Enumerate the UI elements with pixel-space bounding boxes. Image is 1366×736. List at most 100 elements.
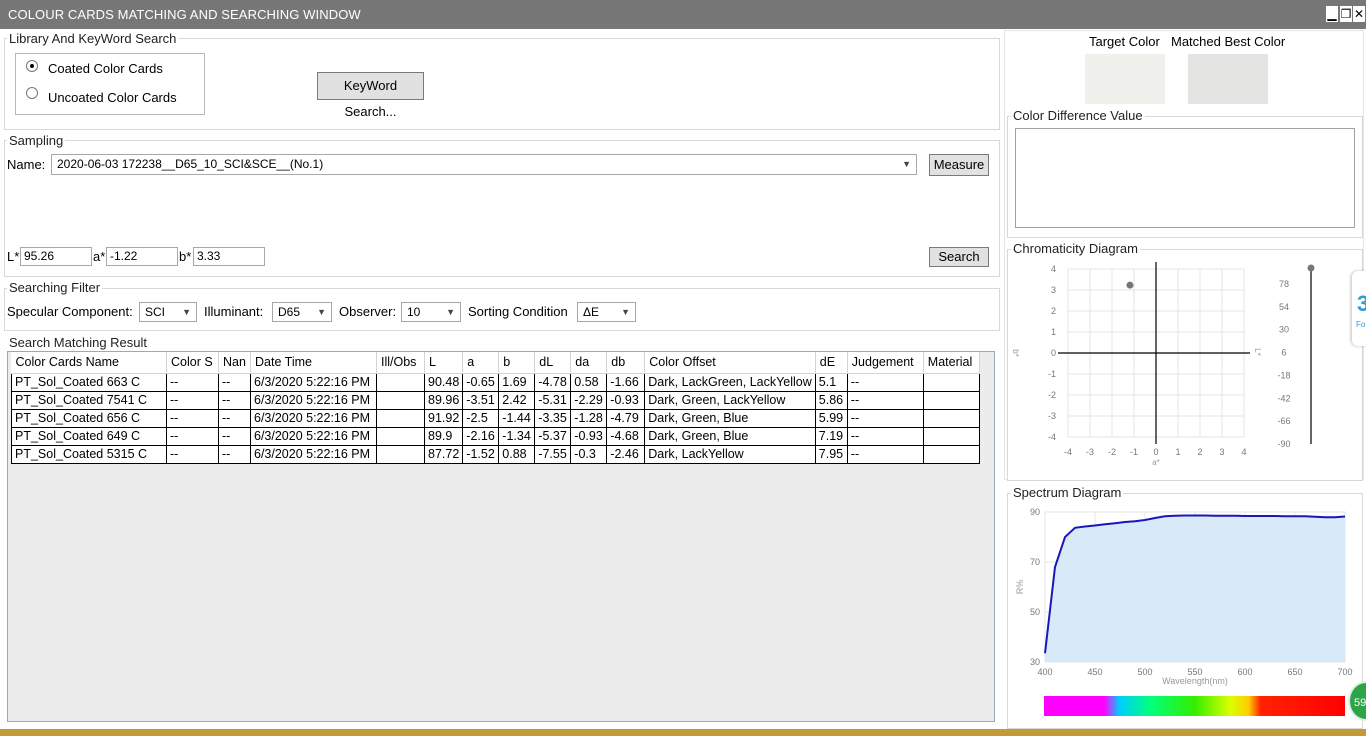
- title-bar: COLOUR CARDS MATCHING AND SEARCHING WIND…: [0, 0, 1366, 29]
- column-header[interactable]: Color S: [166, 352, 219, 374]
- b-tick-label: 3: [1051, 285, 1056, 295]
- table-cell: 6/3/2020 5:22:16 PM: [250, 409, 377, 428]
- table-cell: 87.72: [424, 445, 464, 464]
- close-button[interactable]: ✕: [1353, 6, 1365, 22]
- table-cell: --: [218, 409, 251, 428]
- a-tick-label: -2: [1108, 447, 1116, 457]
- table-row[interactable]: PT_Sol_Coated 5315 C -- -- 6/3/2020 5:22:16…: [11, 445, 980, 464]
- table-cell: 7.19: [815, 427, 848, 446]
- a-tick-label: 2: [1197, 447, 1202, 457]
- column-header[interactable]: Color Offset: [644, 352, 816, 374]
- column-header[interactable]: Material: [923, 352, 980, 374]
- table-cell: -0.93: [606, 391, 646, 410]
- table-cell: --: [218, 373, 251, 392]
- table-cell: 0.88: [498, 445, 536, 464]
- table-row[interactable]: PT_Sol_Coated 663 C -- -- 6/3/2020 5:22:16 …: [11, 373, 980, 392]
- column-header[interactable]: Nan: [218, 352, 251, 374]
- column-header[interactable]: db: [606, 352, 646, 374]
- column-header[interactable]: a: [462, 352, 500, 374]
- sample-name-select[interactable]: 2020-06-03 172238__D65_10_SCI&SCE__(No.1…: [51, 154, 917, 175]
- a-tick-label: -4: [1064, 447, 1072, 457]
- uncoated-label[interactable]: Uncoated Color Cards: [48, 90, 177, 105]
- a-star-input[interactable]: -1.22: [106, 247, 178, 266]
- b-tick-label: -2: [1048, 390, 1056, 400]
- table-cell: --: [218, 427, 251, 446]
- table-cell: -2.16: [462, 427, 500, 446]
- a-axis-label: a*: [1152, 458, 1160, 467]
- table-cell: -7.55: [534, 445, 572, 464]
- table-cell: [923, 391, 980, 410]
- table-cell: PT_Sol_Coated 5315 C: [11, 445, 167, 464]
- column-header[interactable]: Judgement: [847, 352, 924, 374]
- b-star-input[interactable]: 3.33: [193, 247, 265, 266]
- column-header[interactable]: Date Time: [250, 352, 377, 374]
- y-tick-label: 30: [1030, 657, 1040, 667]
- table-cell: -1.52: [462, 445, 500, 464]
- table-cell: --: [847, 391, 924, 410]
- table-cell: -2.5: [462, 409, 500, 428]
- wavelength-color-bar: [1044, 696, 1345, 716]
- coated-label[interactable]: Coated Color Cards: [48, 61, 163, 76]
- chevron-down-icon: ▼: [182, 307, 191, 317]
- minimize-button[interactable]: ▁: [1326, 6, 1338, 22]
- l-tick-label: -66: [1277, 416, 1290, 426]
- l-tick-label: -42: [1277, 393, 1290, 403]
- observer-value: 10: [407, 305, 421, 319]
- table-cell: [923, 373, 980, 392]
- card-type-radio-group: Coated Color Cards Uncoated Color Cards: [15, 53, 205, 115]
- table-cell: --: [218, 445, 251, 464]
- b-tick-label: 1: [1051, 327, 1056, 337]
- illuminant-select[interactable]: D65 ▼: [272, 302, 332, 322]
- floating-side-tab[interactable]: 3 Fo: [1352, 271, 1366, 346]
- restore-button[interactable]: ❐: [1340, 6, 1352, 22]
- table-cell: [376, 391, 425, 410]
- observer-select[interactable]: 10 ▼: [401, 302, 461, 322]
- l-axis-label: L*: [1253, 348, 1262, 356]
- table-cell: -1.28: [570, 409, 608, 428]
- column-header[interactable]: dL: [534, 352, 572, 374]
- table-row[interactable]: PT_Sol_Coated 7541 C -- -- 6/3/2020 5:22:16…: [11, 391, 980, 410]
- reflectance-area: [1045, 515, 1345, 662]
- specular-select[interactable]: SCI ▼: [139, 302, 197, 322]
- table-cell: -0.3: [570, 445, 608, 464]
- color-difference-label: Color Difference Value: [1011, 108, 1145, 123]
- table-cell: 5.1: [815, 373, 848, 392]
- chromaticity-diagram: 4 3 2 1 0 -1 -2 -3 -4 -4 -3 -2 -1 0 1 2 3 4 a* b* L* 78 54 30 6 -…: [1011, 262, 1315, 467]
- table-cell: -5.37: [534, 427, 572, 446]
- b-tick-label: 2: [1051, 306, 1056, 316]
- table-cell: Dark, Green, Blue: [644, 409, 816, 428]
- coated-radio[interactable]: [26, 60, 38, 72]
- colour-cards-window: COLOUR CARDS MATCHING AND SEARCHING WIND…: [0, 0, 1366, 736]
- table-cell: -3.51: [462, 391, 500, 410]
- a-tick-label: 4: [1241, 447, 1246, 457]
- column-header[interactable]: Ill/Obs: [376, 352, 425, 374]
- y-tick-label: 50: [1030, 607, 1040, 617]
- x-axis-label: Wavelength(nm): [1162, 676, 1228, 686]
- table-row[interactable]: PT_Sol_Coated 656 C -- -- 6/3/2020 5:22:16 …: [11, 409, 980, 428]
- table-cell: Dark, Green, LackYellow: [644, 391, 816, 410]
- chromaticity-label: Chromaticity Diagram: [1011, 241, 1140, 256]
- table-cell: 6/3/2020 5:22:16 PM: [250, 427, 377, 446]
- illuminant-label: Illuminant:: [204, 304, 264, 319]
- measure-button[interactable]: Measure: [929, 154, 989, 176]
- column-header[interactable]: dE: [815, 352, 848, 374]
- search-button[interactable]: Search: [929, 247, 989, 267]
- column-header[interactable]: Color Cards Name: [11, 352, 167, 374]
- x-tick-label: 650: [1287, 667, 1302, 677]
- uncoated-radio[interactable]: [26, 87, 38, 99]
- table-header-row: Color Cards Name Color S Nan Date Time Ill/O…: [11, 352, 980, 374]
- table-row[interactable]: PT_Sol_Coated 649 C -- -- 6/3/2020 5:22:16 …: [11, 427, 980, 446]
- l-star-input[interactable]: 95.26: [20, 247, 92, 266]
- table-cell: PT_Sol_Coated 7541 C: [11, 391, 167, 410]
- column-header[interactable]: da: [570, 352, 608, 374]
- table-cell: -5.31: [534, 391, 572, 410]
- table-cell: [376, 409, 425, 428]
- table-cell: -4.68: [606, 427, 646, 446]
- table-cell: --: [847, 427, 924, 446]
- column-header[interactable]: b: [498, 352, 536, 374]
- column-header[interactable]: L: [424, 352, 464, 374]
- target-color-swatch: [1085, 54, 1165, 104]
- sorting-select[interactable]: ΔE ▼: [577, 302, 636, 322]
- y-tick-label: 70: [1030, 557, 1040, 567]
- keyword-search-button[interactable]: KeyWord Search...: [317, 72, 424, 119]
